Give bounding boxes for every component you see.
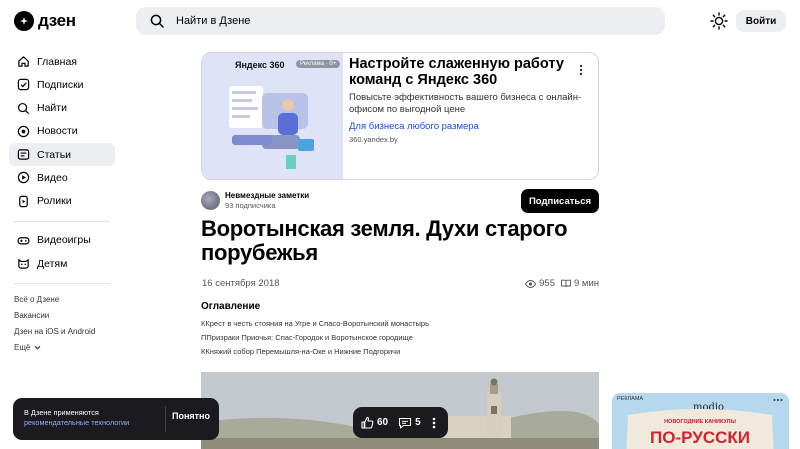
sidebar-item-home[interactable]: Главная <box>9 50 115 73</box>
subscribe-button[interactable]: Подписаться <box>521 189 599 213</box>
cookie-message: В Дзене применяются <box>24 408 99 417</box>
cookie-notice: В Дзене применяются рекомендательные тех… <box>13 398 219 440</box>
cookie-divider <box>165 406 166 432</box>
avatar[interactable] <box>201 191 220 210</box>
sidebar-divider <box>14 220 110 222</box>
ad-badge: Реклама · 0+ <box>296 60 341 68</box>
sidebar-item-label: Видеоигры <box>37 234 91 247</box>
like-count: 60 <box>377 417 389 428</box>
sidebar-item-label: Видео <box>37 171 68 184</box>
cookie-accept-button[interactable]: Понятно <box>172 411 210 421</box>
side-ad-banner-text: НОВОГОДНИЕ КАНИКУЛЫ <box>664 419 736 425</box>
comments-button[interactable]: 5 <box>398 417 421 429</box>
views-count: 955 <box>539 278 555 289</box>
article-date: 16 сентября 2018 <box>202 278 280 289</box>
shorts-icon <box>19 195 28 207</box>
sidebar: Главная Подписки Найти Новости Статьи Ви… <box>9 50 115 355</box>
more-vertical-icon[interactable] <box>431 416 437 430</box>
search-icon <box>17 102 30 114</box>
news-icon <box>17 125 30 138</box>
toc-item[interactable]: ККняжий собор Перемышля-на-Оке и Нижние … <box>201 345 601 359</box>
comment-count: 5 <box>415 417 421 428</box>
sidebar-item-videogames[interactable]: Видеоигры <box>9 229 115 252</box>
sidebar-divider <box>14 283 110 285</box>
author-name[interactable]: Невмездные заметки <box>225 191 309 200</box>
author-subscribers: 93 подписчика <box>225 201 276 210</box>
sidebar-item-search[interactable]: Найти <box>9 97 115 120</box>
comment-icon <box>399 417 412 429</box>
side-ad-label: РЕКЛАМА <box>617 396 644 402</box>
read-time: 9 мин <box>561 278 599 289</box>
ad-title[interactable]: Настройте слаженную работу команд с Янде… <box>349 56 579 88</box>
eye-icon <box>525 279 537 288</box>
side-ad-card[interactable]: РЕКЛАМА modjo НОВОГОДНИЕ КАНИКУЛЫ ПО-РУС… <box>612 393 789 449</box>
sidebar-item-label: Главная <box>37 55 77 68</box>
ad-illustration: Яндекс 360 <box>202 53 343 179</box>
sidebar-item-label: Найти <box>37 102 67 115</box>
book-icon <box>561 279 571 288</box>
articles-icon <box>17 149 30 160</box>
search-icon <box>150 14 164 28</box>
toc-item[interactable]: ККрест в честь стояния на Угре и Спасо-В… <box>201 317 601 331</box>
sidebar-item-label: Ролики <box>37 195 72 208</box>
login-button[interactable]: Войти <box>736 10 786 32</box>
search-input[interactable] <box>176 15 576 27</box>
sidebar-item-subscriptions[interactable]: Подписки <box>9 73 115 96</box>
chevron-down-icon <box>34 345 41 350</box>
search-bar[interactable] <box>136 7 665 35</box>
about-link[interactable]: Всё о Дзене <box>9 291 115 307</box>
home-icon <box>18 56 29 67</box>
jobs-link[interactable]: Вакансии <box>9 307 115 323</box>
sidebar-item-news[interactable]: Новости <box>9 120 115 143</box>
ad-domain: 360.yandex.by <box>349 135 398 144</box>
ad-link[interactable]: Для бизнеса любого размера <box>349 121 479 132</box>
top-bar: дзен Войти <box>0 0 800 42</box>
sidebar-item-label: Подписки <box>37 78 84 91</box>
more-link[interactable]: Ещё <box>9 339 115 355</box>
sidebar-item-label: Новости <box>37 125 78 138</box>
article-title: Воротынская земля. Духи старого порубежь… <box>201 216 568 265</box>
like-button[interactable]: 60 <box>361 416 388 429</box>
ad-description: Повысьте эффективность вашего бизнеса с … <box>349 92 582 115</box>
toc-item[interactable]: ППризраки Приочья: Спас-Городок и Вороты… <box>201 331 601 345</box>
apps-link[interactable]: Дзен на iOS и Android <box>9 323 115 339</box>
kids-icon <box>18 259 29 269</box>
sidebar-item-kids[interactable]: Детям <box>9 252 115 275</box>
toc-heading: Оглавление <box>201 301 261 312</box>
ad-card[interactable]: Яндекс 360 Реклама · 0+ Настройте слажен… <box>201 52 599 180</box>
logo-text: дзен <box>38 11 76 30</box>
video-icon <box>17 172 30 184</box>
dzen-logo-icon <box>14 11 34 31</box>
sidebar-item-label: Статьи <box>37 148 72 161</box>
sidebar-item-shorts[interactable]: Ролики <box>9 190 115 213</box>
theme-toggle-icon[interactable] <box>710 12 728 30</box>
views-counter: 955 <box>525 278 555 289</box>
more-link-label: Ещё <box>14 342 31 352</box>
table-of-contents: ККрест в честь стояния на Угре и Спасо-В… <box>201 317 601 359</box>
ad-image: Яндекс 360 Реклама · 0+ <box>202 53 343 179</box>
sidebar-item-label: Детям <box>37 257 68 270</box>
gamepad-icon <box>17 236 30 245</box>
side-ad-banner: НОВОГОДНИЕ КАНИКУЛЫ ПО-РУССКИ <box>626 409 774 449</box>
cookie-text: В Дзене применяются рекомендательные тех… <box>24 408 129 428</box>
dzen-logo[interactable]: дзен <box>14 11 76 31</box>
author-row: Невмездные заметки 93 подписчика Подписа… <box>201 189 599 213</box>
more-horizontal-icon[interactable] <box>773 398 783 402</box>
ad-brand-text: Яндекс 360 <box>235 60 285 70</box>
more-vertical-icon[interactable] <box>576 63 586 77</box>
sidebar-item-video[interactable]: Видео <box>9 166 115 189</box>
side-ad-banner-big: ПО-РУССКИ <box>650 428 750 447</box>
thumbs-up-icon <box>361 416 374 429</box>
recommendation-tech-link[interactable]: рекомендательные технологии <box>24 418 129 428</box>
sidebar-item-articles[interactable]: Статьи <box>9 143 115 167</box>
article-meta: 16 сентября 2018 955 9 мин <box>201 278 599 292</box>
reactions-bar: 60 5 <box>353 407 448 438</box>
subscriptions-icon <box>17 79 30 91</box>
read-time-value: 9 мин <box>573 278 599 289</box>
